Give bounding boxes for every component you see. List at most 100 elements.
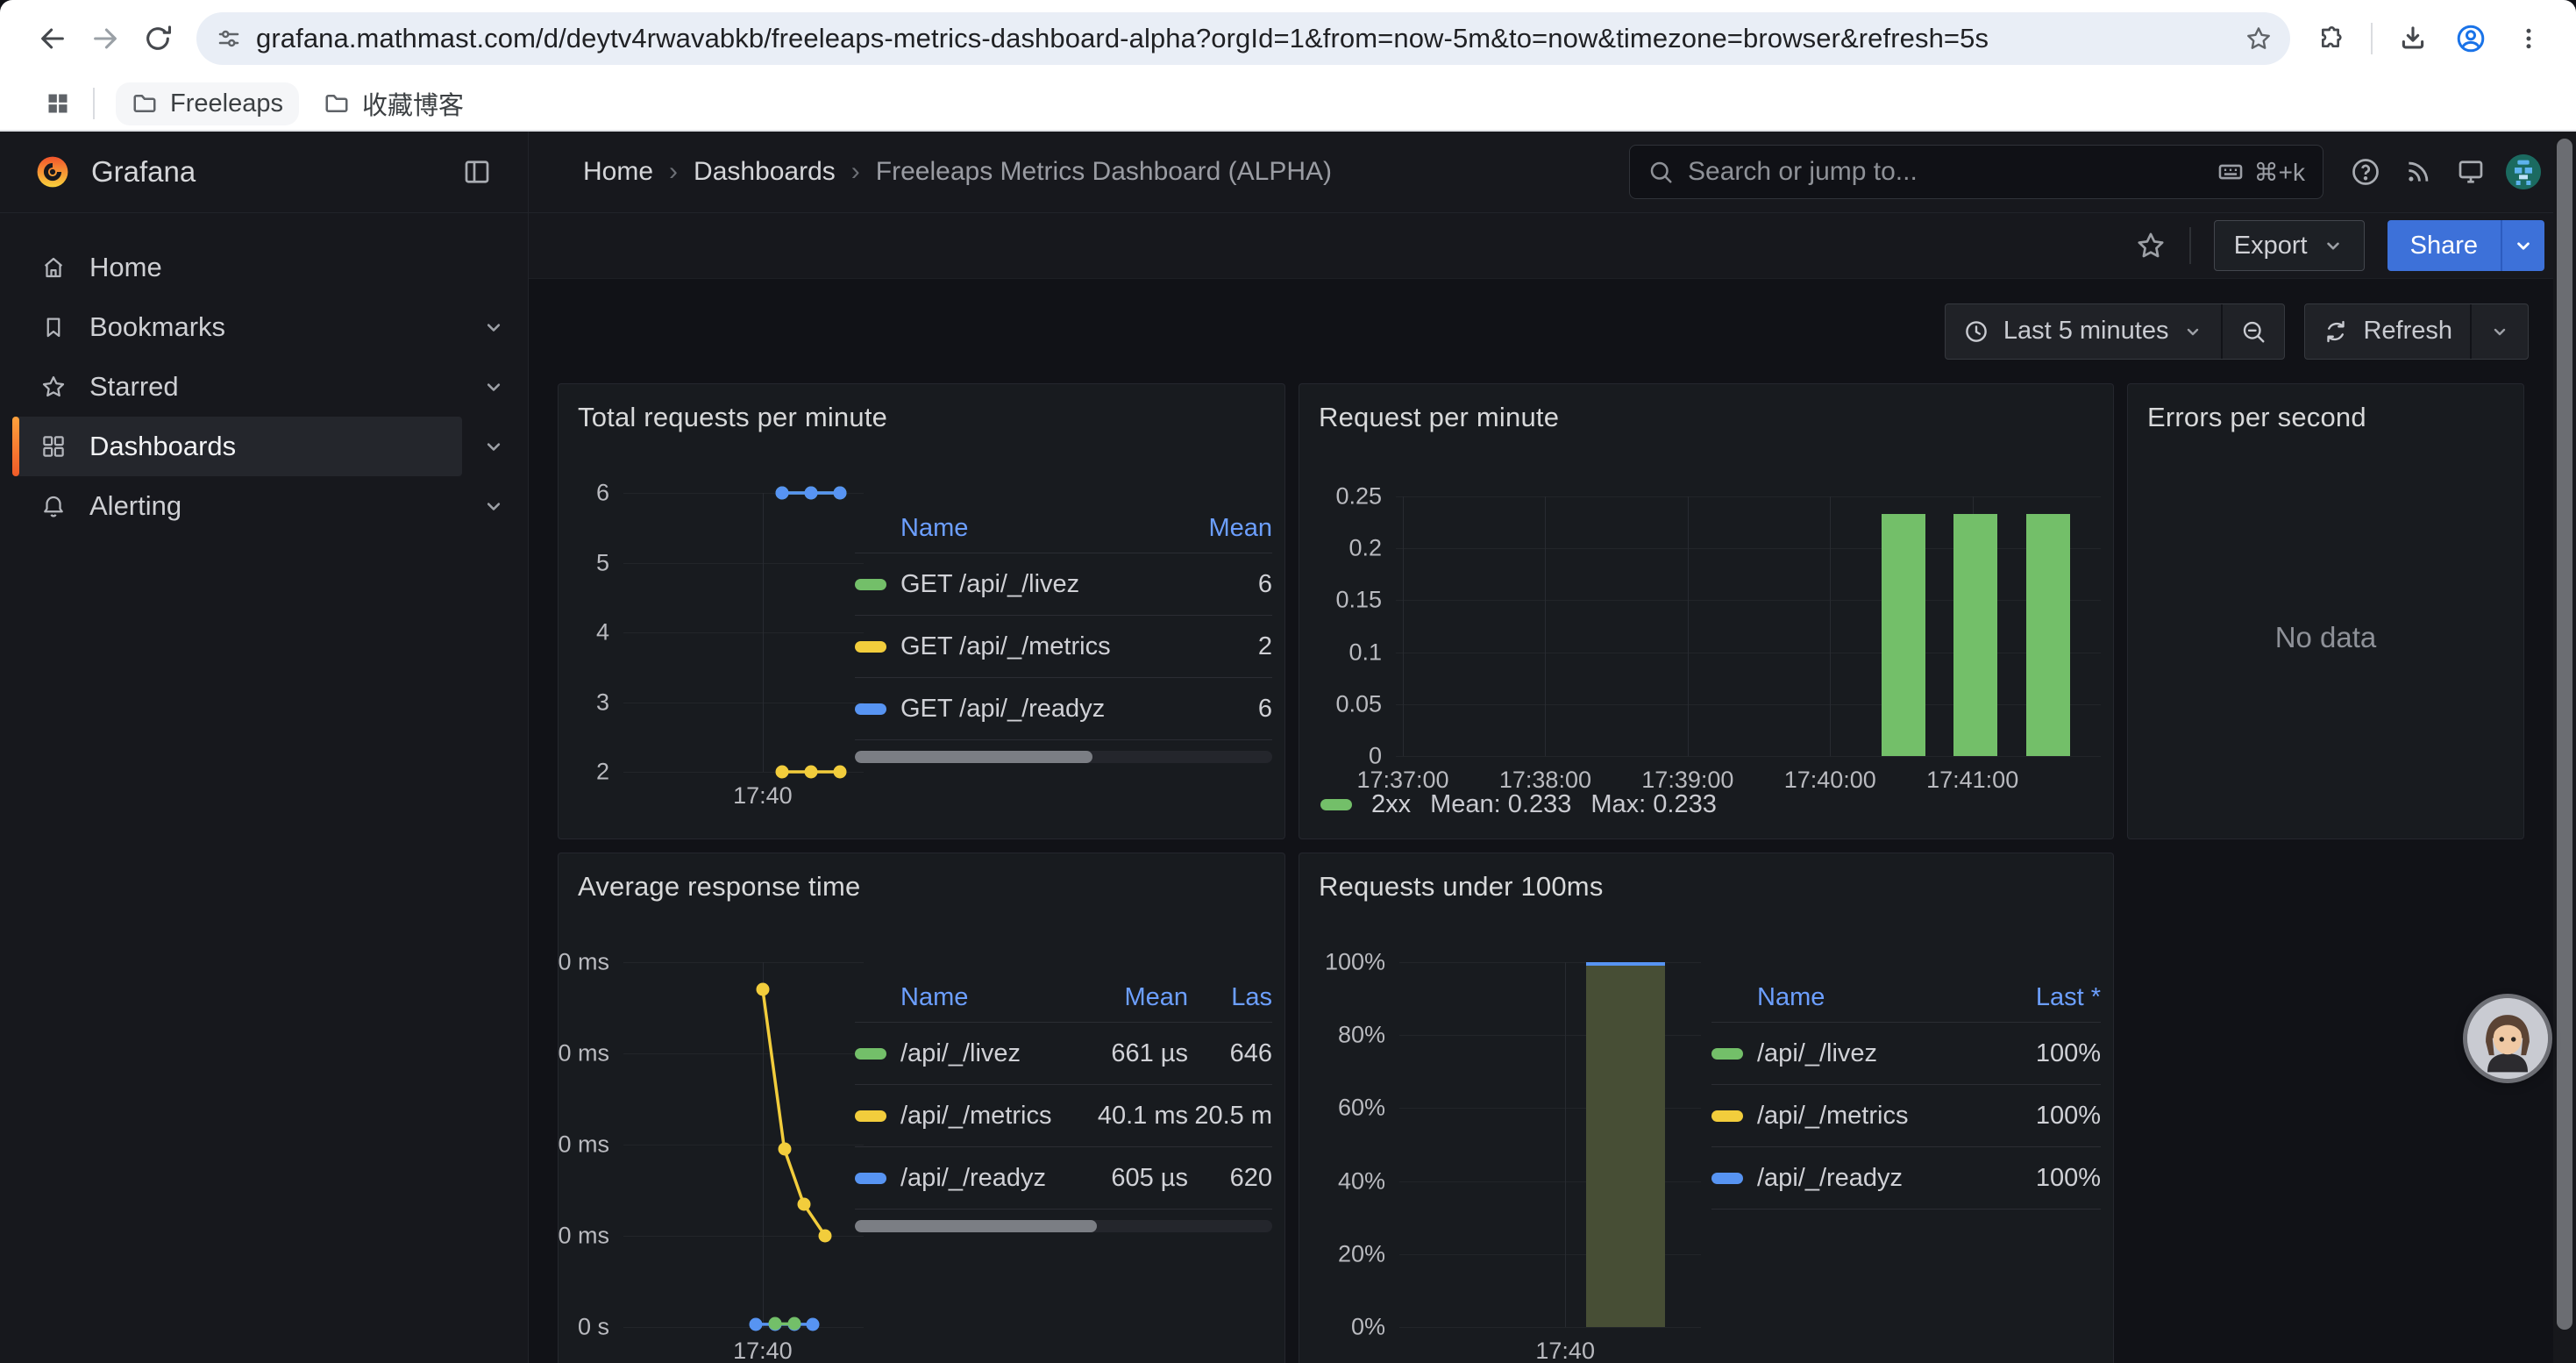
legend-row[interactable]: /api/_/readyz605 µs620 (855, 1147, 1272, 1210)
legend-row[interactable]: GET /api/_/metrics2 (855, 616, 1272, 678)
sidebar-item-label: Dashboards (89, 431, 236, 462)
export-button[interactable]: Export (2214, 220, 2365, 271)
refresh-icon (2323, 318, 2349, 345)
plot-area (623, 493, 864, 772)
time-range-picker[interactable]: Last 5 minutes (1946, 304, 2222, 359)
legend-series-name[interactable]: 2xx (1371, 790, 1411, 819)
column-header[interactable]: Las (1188, 983, 1272, 1012)
legend-row[interactable]: /api/_/readyz100% (1711, 1147, 2101, 1210)
chevron-down-icon[interactable] (481, 315, 506, 339)
horizontal-scrollbar[interactable] (855, 751, 1272, 763)
address-bar[interactable]: grafana.mathmast.com/d/deytv4rwavabkb/fr… (196, 12, 2290, 65)
chevron-down-icon[interactable] (481, 434, 506, 459)
extensions-icon[interactable] (2304, 12, 2357, 65)
series-color-pill[interactable] (855, 641, 886, 653)
dashboard-canvas: Last 5 minutes Refresh (529, 279, 2576, 1363)
sidebar-header: Grafana (0, 132, 528, 213)
breadcrumb-item[interactable]: Dashboards (694, 157, 836, 187)
refresh-interval-button[interactable] (2470, 304, 2528, 359)
column-header[interactable]: Mean (1057, 983, 1188, 1012)
panel-errors-per-second[interactable]: Errors per second No data (2127, 383, 2524, 839)
profile-icon[interactable] (2444, 12, 2497, 65)
legend-row[interactable]: /api/_/livez100% (1711, 1023, 2101, 1085)
sidebar-toggle-icon[interactable] (461, 156, 493, 188)
share-button[interactable]: Share (2387, 220, 2501, 271)
user-avatar[interactable] (2506, 154, 2541, 189)
series-color-pill[interactable] (855, 1048, 886, 1060)
grid-line (1396, 496, 2101, 497)
url-text[interactable]: grafana.mathmast.com/d/deytv4rwavabkb/fr… (256, 23, 2232, 54)
downloads-icon[interactable] (2387, 12, 2439, 65)
share-menu-button[interactable] (2501, 220, 2544, 271)
chevron-down-icon (2182, 321, 2203, 342)
y-axis: 80 ms60 ms40 ms20 ms0 s (574, 962, 613, 1327)
column-header[interactable]: Mean (1167, 514, 1272, 543)
column-header[interactable]: Name (1711, 983, 1987, 1012)
breadcrumb-item[interactable]: Home (583, 157, 653, 187)
monitor-icon[interactable] (2453, 154, 2488, 189)
news-rss-icon[interactable] (2401, 154, 2436, 189)
search-input[interactable]: Search or jump to... ⌘+k (1629, 145, 2323, 199)
series-color-pill[interactable] (855, 1173, 886, 1184)
bell-icon (40, 493, 67, 519)
panel-request-per-minute[interactable]: Request per minute 0.250.20.150.10.050 1… (1299, 383, 2114, 839)
column-header[interactable]: Name (855, 983, 1057, 1012)
data-point (804, 487, 817, 500)
timeseries-chart: 65432 17:40 (574, 493, 864, 802)
zoom-out-button[interactable] (2221, 304, 2284, 359)
cell-value: 100% (1987, 1039, 2101, 1068)
scrollbar-thumb[interactable] (2557, 139, 2572, 1330)
bookmarks-divider (93, 88, 95, 119)
chevron-down-icon (2512, 234, 2535, 257)
page-scrollbar[interactable] (2553, 132, 2576, 1363)
series-color-pill[interactable] (855, 703, 886, 715)
series-color-pill[interactable] (1711, 1173, 1743, 1184)
chevron-down-icon[interactable] (481, 494, 506, 518)
sidebar-item-starred[interactable]: Starred (12, 357, 462, 417)
browser-menu-icon[interactable] (2502, 12, 2555, 65)
legend-row[interactable]: /api/_/livez661 µs646 (855, 1023, 1272, 1085)
panel-requests-under-100ms[interactable]: Requests under 100ms 100%80%60%40%20%0% … (1299, 853, 2114, 1363)
sidebar-item-bookmarks[interactable]: Bookmarks (12, 297, 462, 357)
series-label: GET /api/_/livez (900, 570, 1079, 599)
cell-value: 40.1 ms (1057, 1102, 1188, 1131)
site-settings-icon[interactable] (216, 25, 242, 52)
y-tick-label: 40% (1338, 1167, 1385, 1195)
scrollbar-thumb[interactable] (855, 1220, 1097, 1232)
bookmark-folder-blogs[interactable]: 收藏博客 (308, 78, 480, 129)
bookmark-label: Freeleaps (170, 89, 283, 118)
floating-assistant-avatar[interactable] (2467, 998, 2548, 1079)
series-color-pill[interactable] (855, 1110, 886, 1122)
panel-average-response-time[interactable]: Average response time 80 ms60 ms40 ms20 … (558, 853, 1285, 1363)
sidebar-item-alerting[interactable]: Alerting (12, 476, 462, 536)
grafana-logo[interactable] (33, 153, 72, 191)
panel-total-requests-per-minute[interactable]: Total requests per minute 65432 17:40 Na… (558, 383, 1285, 839)
scrollbar-thumb[interactable] (855, 751, 1092, 763)
bar (1953, 514, 1997, 756)
series-color-pill[interactable] (1711, 1110, 1743, 1122)
bookmark-star-icon[interactable] (2245, 25, 2273, 53)
help-icon[interactable] (2348, 154, 2383, 189)
back-icon[interactable] (26, 12, 79, 65)
column-header[interactable]: Last * (1987, 983, 2101, 1012)
reload-icon[interactable] (132, 12, 184, 65)
sidebar-item-dashboards[interactable]: Dashboards (12, 417, 462, 476)
sidebar-item-home[interactable]: Home (12, 238, 462, 297)
area-band (1586, 962, 1664, 1327)
series-color-pill[interactable] (855, 579, 886, 590)
forward-icon[interactable] (79, 12, 132, 65)
y-tick-label: 0.1 (1348, 639, 1382, 666)
bookmark-folder-freeleaps[interactable]: Freeleaps (116, 82, 299, 125)
refresh-button[interactable]: Refresh (2305, 304, 2470, 359)
chevron-down-icon[interactable] (481, 375, 506, 399)
legend-row[interactable]: /api/_/metrics40.1 ms20.5 m (855, 1085, 1272, 1147)
legend-row[interactable]: GET /api/_/readyz6 (855, 678, 1272, 740)
series-color-pill[interactable] (1711, 1048, 1743, 1060)
legend-row[interactable]: GET /api/_/livez6 (855, 553, 1272, 616)
apps-grid-icon[interactable] (37, 82, 79, 125)
column-header[interactable]: Name (855, 514, 1167, 543)
horizontal-scrollbar[interactable] (855, 1220, 1272, 1232)
favorite-star-icon[interactable] (2135, 230, 2167, 261)
grid-line (1688, 496, 1689, 756)
legend-row[interactable]: /api/_/metrics100% (1711, 1085, 2101, 1147)
